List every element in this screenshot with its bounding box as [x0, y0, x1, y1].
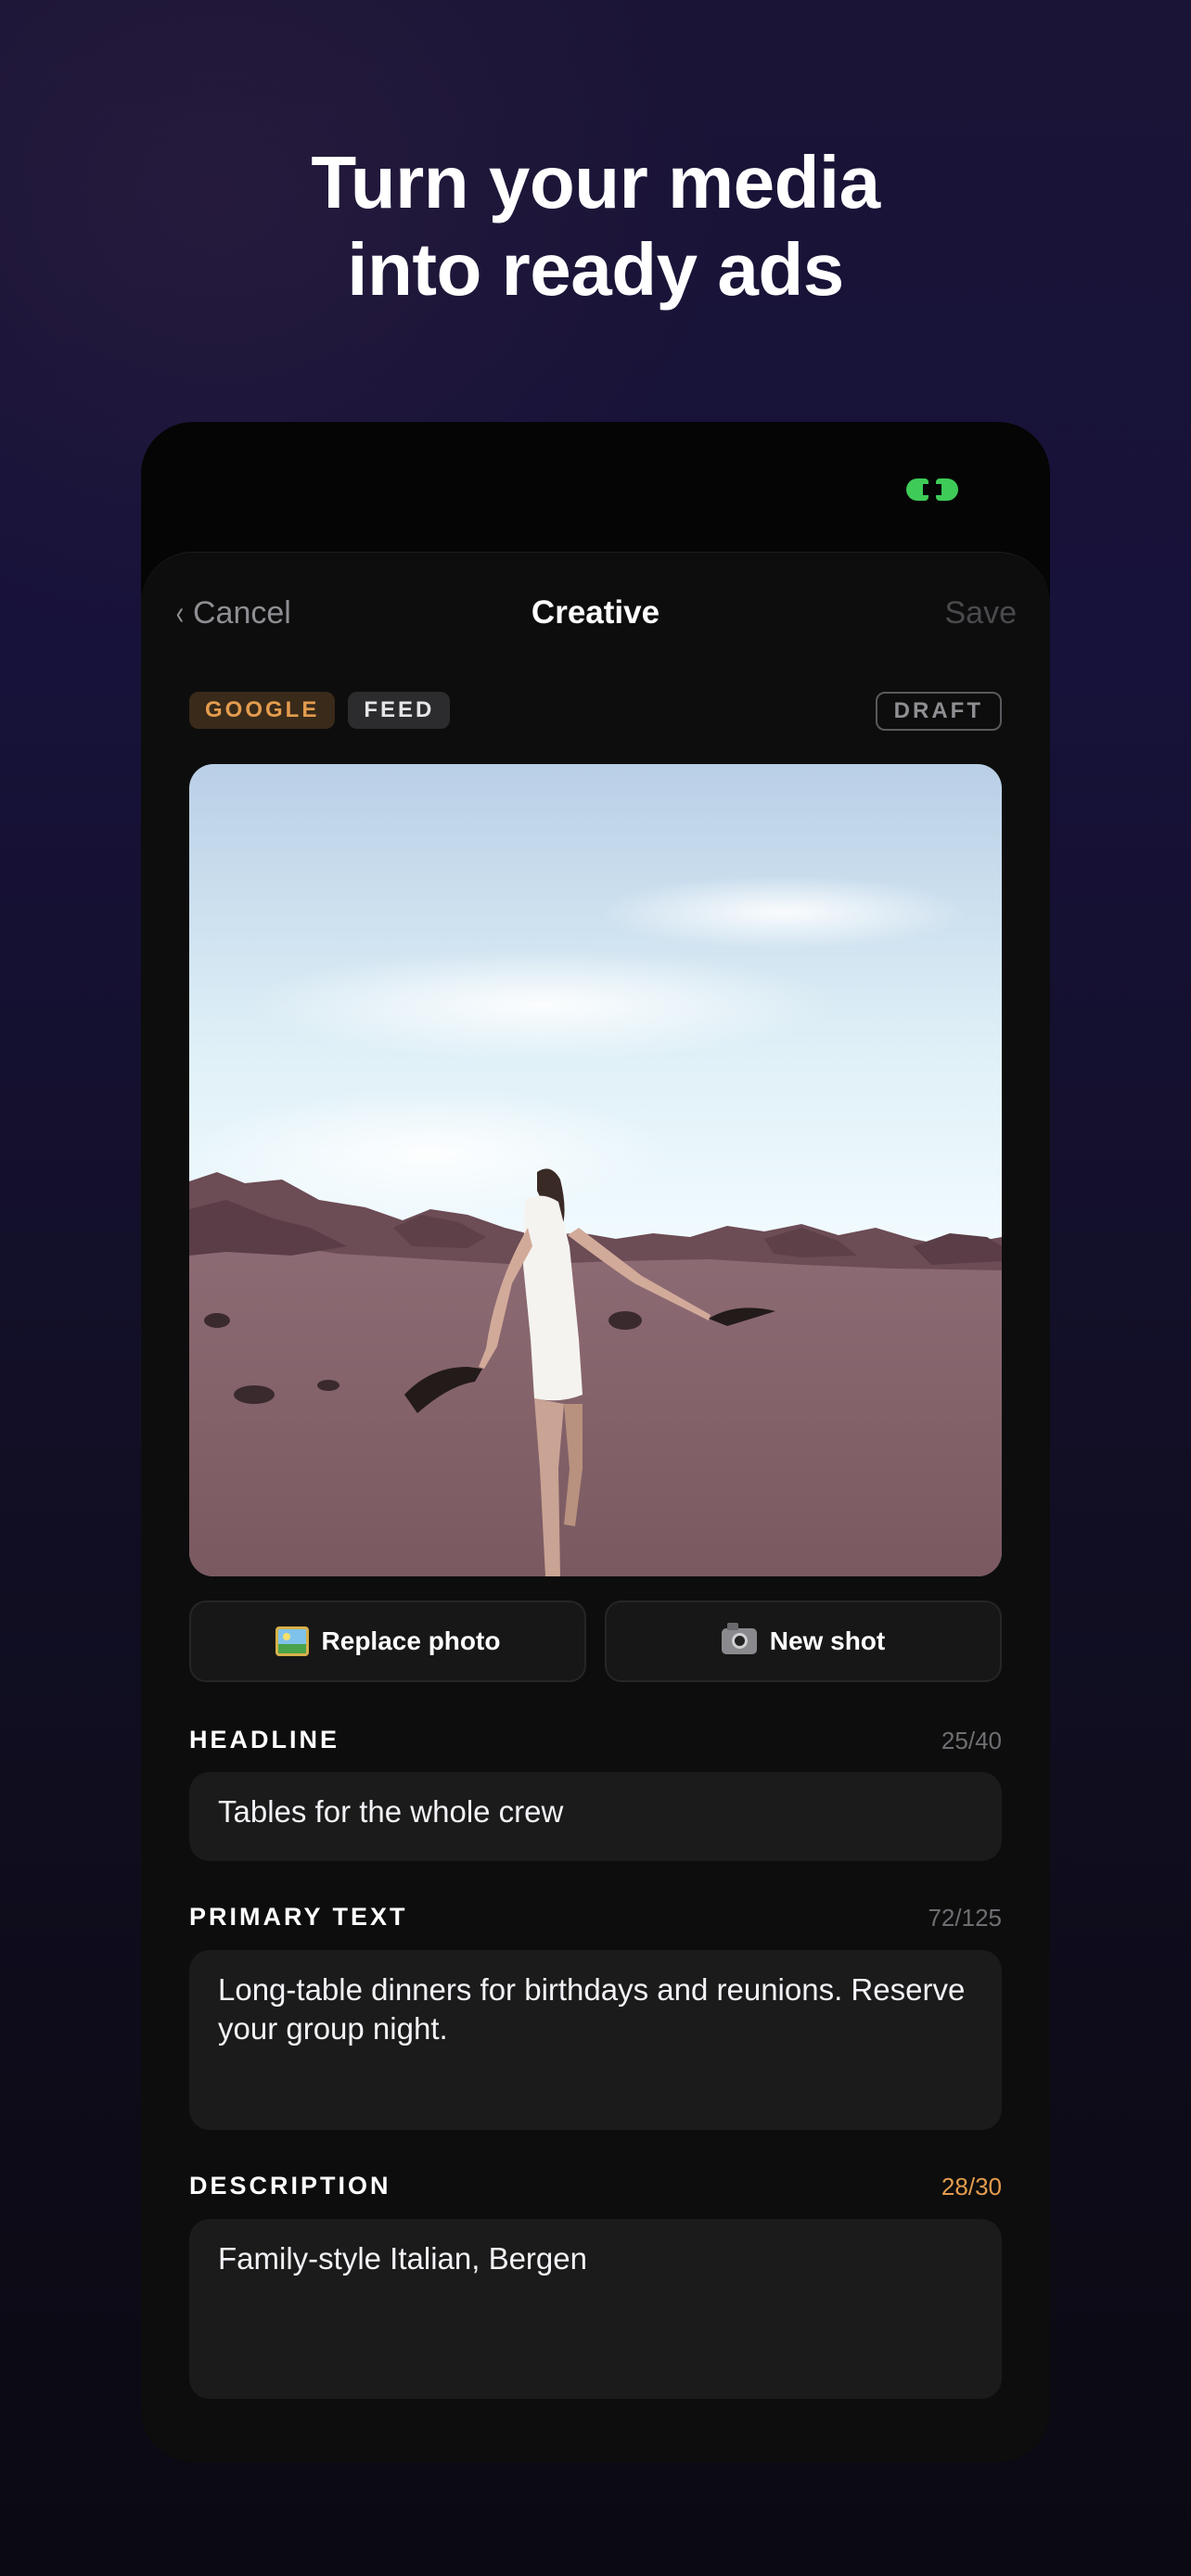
platform-tags: GOOGLE FEED: [189, 692, 451, 729]
phone-frame: ‹ Cancel Creative Save GOOGLE FEED DRAFT: [141, 422, 1050, 2462]
creative-sheet: ‹ Cancel Creative Save GOOGLE FEED DRAFT: [141, 552, 1050, 2462]
tag-google: GOOGLE: [189, 692, 336, 729]
description-label: DESCRIPTION: [189, 2172, 391, 2200]
tag-feed: FEED: [348, 692, 451, 729]
headline-char-count: 25/40: [941, 1727, 1002, 1754]
headline-label: HEADLINE: [189, 1726, 340, 1753]
desert-photo-image: [189, 764, 1002, 1576]
description-char-count: 28/30: [941, 2173, 1002, 2200]
headline-input[interactable]: Tables for the whole crew: [189, 1772, 1002, 1861]
ad-photo[interactable]: [189, 764, 1002, 1576]
sheet-title: Creative: [531, 594, 660, 631]
primary-text-label: PRIMARY TEXT: [189, 1903, 408, 1931]
primary-text-char-count: 72/125: [928, 1904, 1002, 1932]
replace-photo-label: Replace photo: [321, 1626, 501, 1655]
battery-indicator-icon: [906, 478, 958, 501]
status-badge: DRAFT: [875, 692, 1002, 731]
new-shot-label: New shot: [769, 1626, 886, 1655]
framed-picture-icon: [275, 1626, 309, 1656]
promo-headline: Turn your media into ready ads: [0, 139, 1191, 313]
description-input[interactable]: Family-style Italian, Bergen: [189, 2219, 1002, 2399]
save-button[interactable]: Save: [945, 590, 1018, 636]
primary-text-input[interactable]: Long-table dinners for birthdays and reu…: [189, 1950, 1002, 2130]
promo-line-2: into ready ads: [347, 228, 844, 311]
new-shot-button[interactable]: New shot: [605, 1600, 1002, 1682]
camera-icon: [721, 1623, 757, 1654]
promo-line-1: Turn your media: [311, 141, 880, 223]
replace-photo-button[interactable]: Replace photo: [189, 1600, 586, 1682]
